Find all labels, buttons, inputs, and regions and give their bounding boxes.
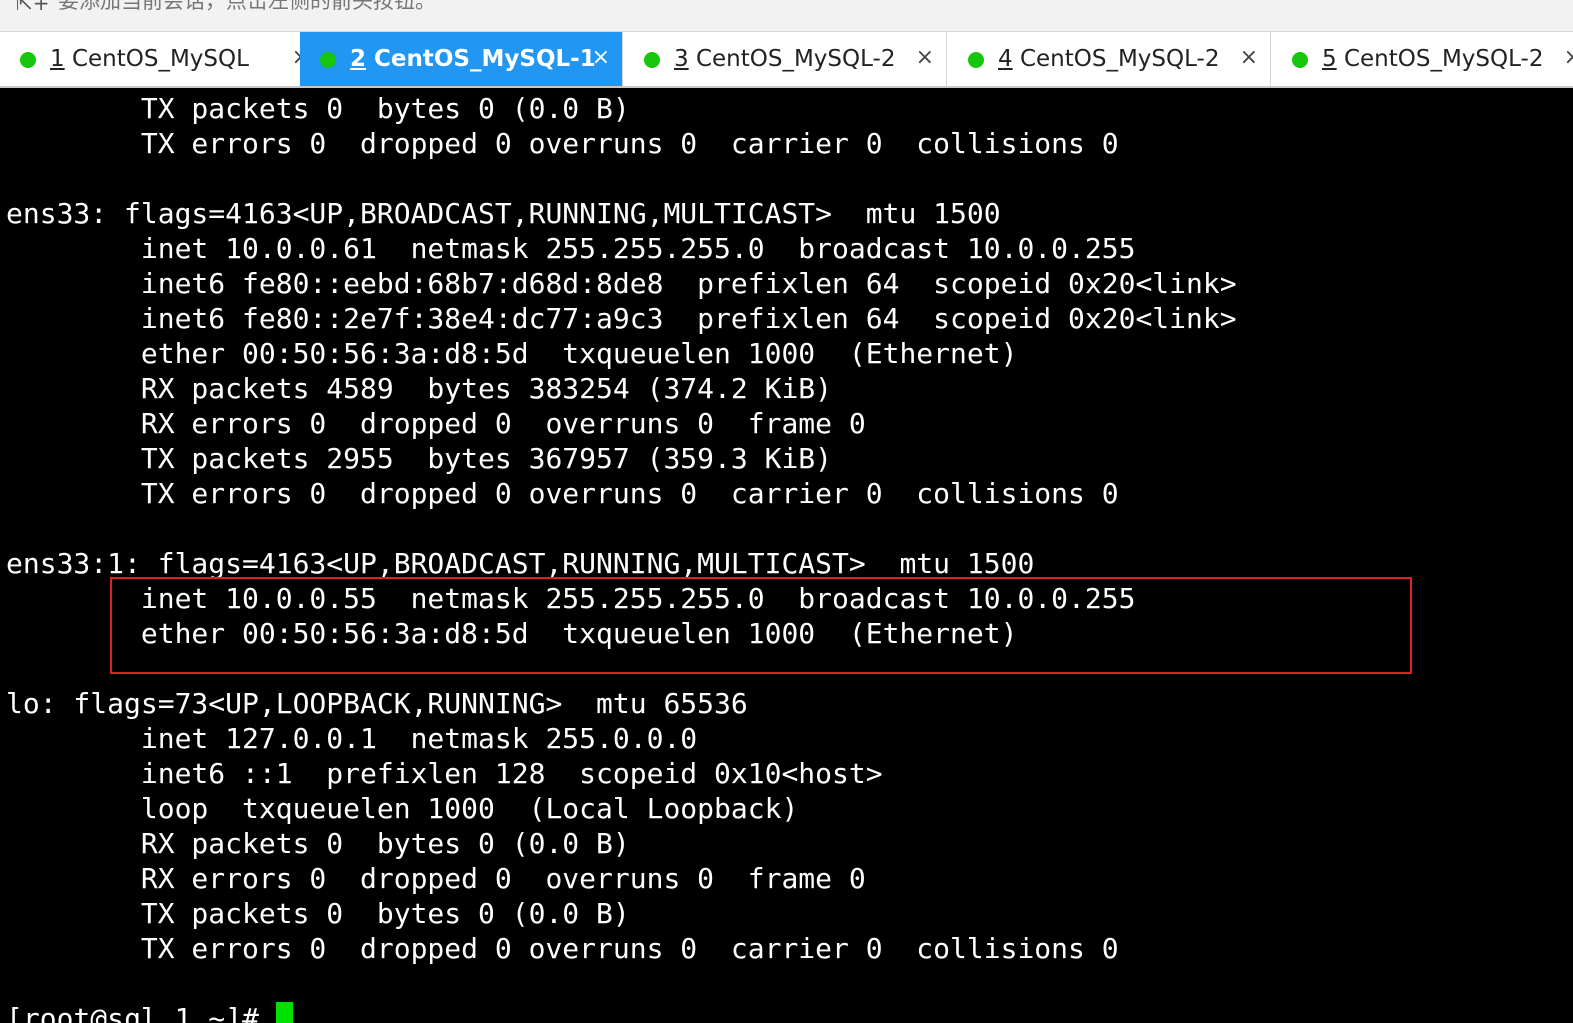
terminal-line: inet 127.0.0.1 netmask 255.0.0.0 [6, 722, 698, 755]
terminal-line: inet6 fe80::eebd:68b7:d68d:8de8 prefixle… [6, 267, 1237, 300]
tab-session-3[interactable]: 3 CentOS_MySQL-2 × [624, 32, 947, 86]
terminal-line: ens33: flags=4163<UP,BROADCAST,RUNNING,M… [6, 197, 1001, 230]
connected-status-icon [20, 52, 36, 68]
shell-prompt: [root@sql_1 ~]# [6, 1002, 276, 1023]
tab-label: 5 CentOS_MySQL-2 [1322, 46, 1544, 72]
session-hint-text: 要添加当前会话，点击左侧的箭头按钮。 [58, 0, 436, 13]
terminal-cursor [275, 1002, 293, 1023]
terminal-line: inet 10.0.0.55 netmask 255.255.255.0 bro… [6, 582, 1136, 615]
terminal-line: TX packets 2955 bytes 367957 (359.3 KiB) [6, 442, 833, 475]
terminal-prompt-line[interactable]: [root@sql_1 ~]# [6, 1001, 293, 1023]
terminal-line: RX packets 4589 bytes 383254 (374.2 KiB) [6, 372, 833, 405]
session-tab-bar: 1 CentOS_MySQL × 2 CentOS_MySQL-1 × 3 Ce… [0, 32, 1573, 88]
terminal-line: TX errors 0 dropped 0 overruns 0 carrier… [6, 127, 1119, 160]
tab-session-1[interactable]: 1 CentOS_MySQL × [0, 32, 323, 86]
tab-session-4[interactable]: 4 CentOS_MySQL-2 × [948, 32, 1271, 86]
terminal-line: inet 10.0.0.61 netmask 255.255.255.0 bro… [6, 232, 1136, 265]
close-icon[interactable]: × [592, 44, 610, 72]
terminal-line: inet6 ::1 prefixlen 128 scopeid 0x10<hos… [6, 757, 883, 790]
terminal-line: RX errors 0 dropped 0 overruns 0 frame 0 [6, 862, 866, 895]
terminal-line: ether 00:50:56:3a:d8:5d txqueuelen 1000 … [6, 337, 1018, 370]
close-icon[interactable]: × [916, 44, 934, 72]
terminal-line: TX packets 0 bytes 0 (0.0 B) [6, 92, 630, 125]
close-icon[interactable]: × [1240, 44, 1258, 72]
add-session-icon[interactable]: ⇱+ [16, 0, 50, 14]
connected-status-icon [1292, 52, 1308, 68]
terminal-line: TX errors 0 dropped 0 overruns 0 carrier… [6, 932, 1119, 965]
tab-session-2[interactable]: 2 CentOS_MySQL-1 × [300, 32, 623, 86]
tab-label: 4 CentOS_MySQL-2 [998, 46, 1220, 72]
tab-session-5[interactable]: 5 CentOS_MySQL-2 × [1272, 32, 1573, 86]
terminal-line: RX packets 0 bytes 0 (0.0 B) [6, 827, 630, 860]
connected-status-icon [968, 52, 984, 68]
terminal-line: ens33:1: flags=4163<UP,BROADCAST,RUNNING… [6, 547, 1035, 580]
terminal-line: lo: flags=73<UP,LOOPBACK,RUNNING> mtu 65… [6, 687, 748, 720]
terminal-output[interactable]: TX packets 0 bytes 0 (0.0 B) TX errors 0… [0, 88, 1573, 1023]
tab-label: 3 CentOS_MySQL-2 [674, 46, 896, 72]
connected-status-icon [644, 52, 660, 68]
close-icon[interactable]: × [1564, 44, 1573, 72]
connected-status-icon [320, 52, 336, 68]
terminal-line: TX errors 0 dropped 0 overruns 0 carrier… [6, 477, 1119, 510]
session-hint-bar: ⇱+ 要添加当前会话，点击左侧的箭头按钮。 [0, 0, 1573, 32]
terminal-line: RX errors 0 dropped 0 overruns 0 frame 0 [6, 407, 866, 440]
terminal-line: TX packets 0 bytes 0 (0.0 B) [6, 897, 630, 930]
terminal-line: ether 00:50:56:3a:d8:5d txqueuelen 1000 … [6, 617, 1018, 650]
terminal-line: loop txqueuelen 1000 (Local Loopback) [6, 792, 799, 825]
tab-label: 1 CentOS_MySQL [50, 46, 249, 72]
terminal-line: inet6 fe80::2e7f:38e4:dc77:a9c3 prefixle… [6, 302, 1237, 335]
tab-label: 2 CentOS_MySQL-1 [350, 46, 596, 72]
